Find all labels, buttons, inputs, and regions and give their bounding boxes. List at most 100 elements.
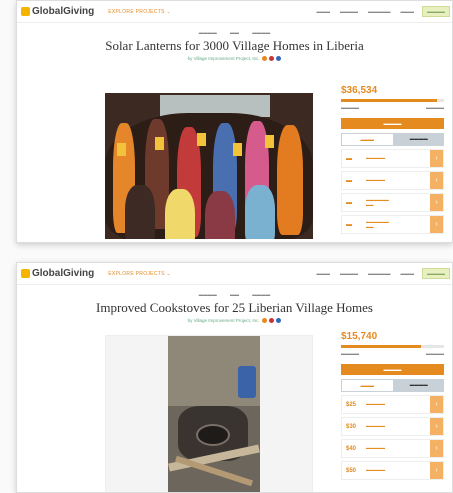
top-nav: GlobalGiving EXPLORE PROJECTS ⌄ ▬▬▬ ▬▬▬▬…	[17, 263, 452, 285]
donation-option[interactable]: $40 ▬▬▬▬▬ ›	[341, 439, 444, 458]
option-amount: $40	[346, 445, 357, 452]
donate-now-button[interactable]: ▬▬▬▬	[341, 364, 444, 375]
apply-button[interactable]: ▬▬▬▬	[422, 268, 450, 279]
donation-sidebar: $36,534 ▬▬▬▬ ▬▬▬▬ ▬▬▬▬ ▬▬▬ ▬▬▬▬ ▬ ▬▬▬▬▬ …	[341, 85, 444, 234]
org-link[interactable]: by Village Improvement Project, Inc.	[188, 318, 260, 323]
funding-progress-bar	[341, 99, 444, 102]
badge-icon	[261, 56, 267, 62]
project-title: Improved Cookstoves for 25 Liberian Vill…	[96, 300, 373, 315]
apply-button[interactable]: ▬▬▬▬	[422, 6, 450, 17]
donation-type-tabs: ▬▬▬ ▬▬▬▬	[341, 133, 444, 146]
explore-projects-label: EXPLORE PROJECTS	[108, 8, 165, 15]
project-byline: by Village Improvement Project, Inc.	[17, 56, 452, 62]
chevron-down-icon: ⌄	[166, 8, 171, 15]
project-page-cookstoves: GlobalGiving EXPLORE PROJECTS ⌄ ▬▬▬ ▬▬▬▬…	[16, 262, 453, 493]
chevron-right-icon[interactable]: ›	[430, 418, 443, 435]
option-amount: ▬	[346, 177, 352, 184]
nav-link[interactable]: ▬▬▬	[317, 9, 331, 14]
breadcrumb-link[interactable]: ▬▬	[230, 292, 239, 297]
option-description: ▬▬▬▬▬	[366, 402, 385, 406]
badge-icon	[269, 56, 275, 62]
badge-icon	[269, 318, 275, 324]
chevron-right-icon[interactable]: ›	[430, 462, 443, 479]
breadcrumb: ▬▬▬▬ ▬▬ ▬▬▬▬	[17, 30, 452, 35]
nav-link[interactable]: ▬▬▬▬▬	[368, 271, 391, 276]
project-page-solar-lanterns: GlobalGiving EXPLORE PROJECTS ⌄ ▬▬▬ ▬▬▬▬…	[16, 0, 453, 243]
funding-stats: ▬▬▬▬ ▬▬▬▬	[341, 351, 444, 356]
donors-count: ▬▬▬▬	[341, 105, 359, 110]
option-description: ▬▬▬▬▬	[366, 468, 385, 472]
nav-link[interactable]: ▬▬▬▬	[340, 9, 358, 14]
donation-option[interactable]: ▬ ▬▬▬▬▬▬ ▬▬ ›	[341, 215, 444, 234]
option-amount: $25	[346, 401, 357, 408]
donation-option[interactable]: ▬ ▬▬▬▬▬ ›	[341, 171, 444, 190]
nav-links: ▬▬▬ ▬▬▬▬ ▬▬▬▬▬ ▬▬▬	[317, 271, 415, 276]
funding-progress-fill	[341, 99, 437, 102]
project-photo-cookstove	[168, 336, 260, 492]
option-description: ▬▬▬▬▬▬ ▬▬	[366, 197, 389, 207]
logo-text: GlobalGiving	[32, 268, 95, 279]
amount-raised: $36,534	[341, 85, 444, 96]
donate-now-button[interactable]: ▬▬▬▬	[341, 118, 444, 129]
amount-raised-value: $36,534	[341, 85, 378, 96]
badge-icon	[261, 318, 267, 324]
amount-raised-value: $15,740	[341, 331, 378, 342]
chevron-right-icon[interactable]: ›	[430, 172, 443, 189]
explore-projects-label: EXPLORE PROJECTS	[108, 270, 165, 277]
option-amount: $50	[346, 467, 357, 474]
breadcrumb-link[interactable]: ▬▬▬▬	[199, 30, 217, 35]
chevron-right-icon[interactable]: ›	[430, 440, 443, 457]
badge-icon	[276, 318, 282, 324]
breadcrumb-link[interactable]: ▬▬▬▬	[252, 292, 270, 297]
org-link[interactable]: by Village Improvement Project, Inc.	[188, 56, 260, 61]
chevron-right-icon[interactable]: ›	[430, 194, 443, 211]
option-description: ▬▬▬▬▬▬ ▬▬	[366, 219, 389, 229]
breadcrumb-link[interactable]: ▬▬	[230, 30, 239, 35]
funding-progress-fill	[341, 345, 422, 348]
donation-sidebar: $15,740 ▬▬▬▬ ▬▬▬▬ ▬▬▬▬ ▬▬▬ ▬▬▬▬ $25 ▬▬▬▬…	[341, 331, 444, 480]
tab-donate-once[interactable]: ▬▬▬	[341, 133, 394, 146]
globalgiving-logo[interactable]: GlobalGiving	[21, 6, 94, 17]
badge-icons	[261, 56, 282, 62]
breadcrumb: ▬▬▬▬ ▬▬ ▬▬▬▬	[17, 292, 452, 297]
funding-progress-bar	[341, 345, 444, 348]
nav-links: ▬▬▬ ▬▬▬▬ ▬▬▬▬▬ ▬▬▬	[317, 9, 415, 14]
nav-link[interactable]: ▬▬▬	[401, 271, 415, 276]
nav-link[interactable]: ▬▬▬▬▬	[368, 9, 391, 14]
globalgiving-logo-icon	[21, 269, 30, 278]
option-description: ▬▬▬▬▬	[366, 156, 385, 160]
tab-donate-monthly[interactable]: ▬▬▬▬	[393, 133, 444, 146]
breadcrumb-link[interactable]: ▬▬▬▬	[252, 30, 270, 35]
explore-projects-link[interactable]: EXPLORE PROJECTS ⌄	[108, 9, 171, 15]
logo-text: GlobalGiving	[32, 6, 95, 17]
donation-option[interactable]: $30 ▬▬▬▬▬ ›	[341, 417, 444, 436]
donation-type-tabs: ▬▬▬ ▬▬▬▬	[341, 379, 444, 392]
donation-option[interactable]: ▬ ▬▬▬▬▬ ›	[341, 149, 444, 168]
globalgiving-logo[interactable]: GlobalGiving	[21, 268, 94, 279]
option-description: ▬▬▬▬▬	[366, 178, 385, 182]
top-nav: GlobalGiving EXPLORE PROJECTS ⌄ ▬▬▬ ▬▬▬▬…	[17, 1, 452, 23]
donation-option[interactable]: $25 ▬▬▬▬▬ ›	[341, 395, 444, 414]
chevron-right-icon[interactable]: ›	[430, 396, 443, 413]
nav-link[interactable]: ▬▬▬▬	[340, 271, 358, 276]
amount-to-go: ▬▬▬▬	[426, 351, 444, 356]
project-title: Solar Lanterns for 3000 Village Homes in…	[105, 38, 364, 53]
project-byline: by Village Improvement Project, Inc.	[17, 318, 452, 324]
breadcrumb-link[interactable]: ▬▬▬▬	[199, 292, 217, 297]
option-description: ▬▬▬▬▬	[366, 446, 385, 450]
nav-link[interactable]: ▬▬▬	[317, 271, 331, 276]
funding-stats: ▬▬▬▬ ▬▬▬▬	[341, 105, 444, 110]
option-description: ▬▬▬▬▬	[366, 424, 385, 428]
nav-link[interactable]: ▬▬▬	[401, 9, 415, 14]
tab-donate-monthly[interactable]: ▬▬▬▬	[393, 379, 444, 392]
option-amount: ▬	[346, 199, 352, 206]
donation-option[interactable]: $50 ▬▬▬▬▬ ›	[341, 461, 444, 480]
tab-donate-once[interactable]: ▬▬▬	[341, 379, 394, 392]
chevron-right-icon[interactable]: ›	[430, 216, 443, 233]
donation-option[interactable]: ▬ ▬▬▬▬▬▬ ▬▬ ›	[341, 193, 444, 212]
badge-icon	[276, 56, 282, 62]
chevron-right-icon[interactable]: ›	[430, 150, 443, 167]
project-photo-children-with-lanterns	[105, 93, 313, 239]
chevron-down-icon: ⌄	[166, 270, 171, 277]
explore-projects-link[interactable]: EXPLORE PROJECTS ⌄	[108, 271, 171, 277]
